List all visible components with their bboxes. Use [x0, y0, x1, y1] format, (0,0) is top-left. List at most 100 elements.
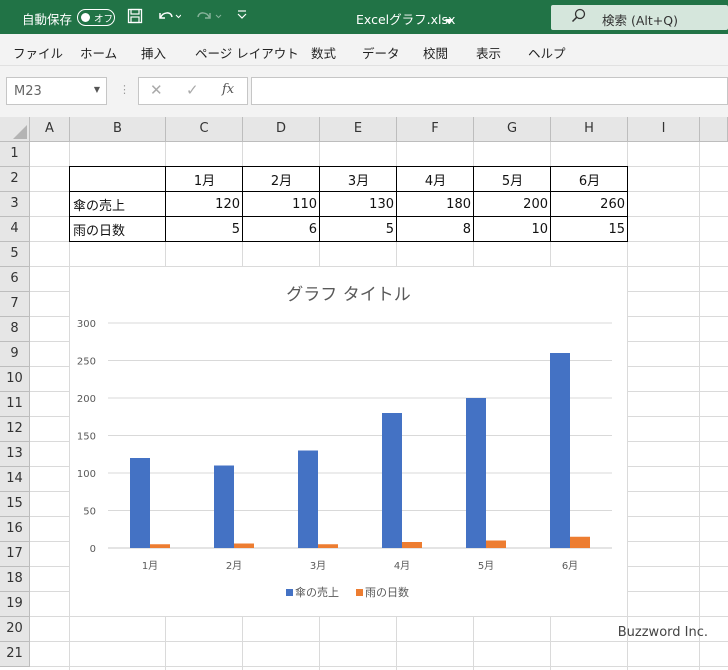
formula-bar: M23 ▼ ⋮ ✕ ✓ fx — [0, 66, 728, 117]
cancel-icon[interactable]: ✕ — [150, 81, 163, 99]
name-box[interactable]: M23 ▼ — [6, 77, 107, 105]
undo-icon[interactable] — [157, 8, 182, 27]
bar-umbrella-sales[interactable] — [130, 458, 150, 548]
table-cell[interactable]: 6 — [242, 216, 320, 242]
row-header[interactable]: 2 — [0, 167, 30, 192]
table-cell[interactable] — [69, 166, 166, 192]
gridline — [30, 666, 728, 667]
row-header[interactable]: 19 — [0, 592, 30, 617]
name-box-value: M23 — [14, 84, 42, 99]
row-header[interactable]: 6 — [0, 267, 30, 292]
table-cell[interactable]: 5 — [319, 216, 397, 242]
row-header[interactable]: 15 — [0, 492, 30, 517]
table-header-cell[interactable]: 3月 — [319, 166, 397, 192]
row-header[interactable]: 11 — [0, 392, 30, 417]
row-header[interactable]: 10 — [0, 367, 30, 392]
formula-bar-grip-icon[interactable]: ⋮ — [119, 83, 130, 96]
row-header[interactable]: 16 — [0, 517, 30, 542]
row-header[interactable]: 20 — [0, 617, 30, 642]
row-header[interactable]: 9 — [0, 342, 30, 367]
tab-formulas[interactable]: 数式 — [311, 43, 336, 62]
y-tick-label: 0 — [90, 544, 96, 555]
row-header[interactable]: 4 — [0, 217, 30, 242]
row-header[interactable]: 3 — [0, 192, 30, 217]
legend-label[interactable]: 雨の日数 — [365, 586, 409, 599]
table-cell[interactable]: 8 — [396, 216, 474, 242]
column-header[interactable]: B — [70, 117, 166, 142]
bar-rainy-days[interactable] — [486, 540, 506, 549]
column-header[interactable]: G — [474, 117, 551, 142]
select-all-button[interactable] — [0, 117, 30, 142]
table-cell[interactable]: 5 — [165, 216, 243, 242]
bar-rainy-days[interactable] — [150, 544, 170, 548]
table-cell[interactable]: 200 — [473, 191, 551, 217]
tab-home[interactable]: ホーム — [80, 43, 117, 62]
table-cell[interactable]: 260 — [550, 191, 628, 217]
bar-umbrella-sales[interactable] — [382, 413, 402, 548]
table-cell[interactable]: 10 — [473, 216, 551, 242]
redo-icon[interactable] — [195, 8, 223, 27]
legend-label[interactable]: 傘の売上 — [295, 586, 339, 599]
bar-rainy-days[interactable] — [570, 536, 590, 548]
table-cell[interactable]: 130 — [319, 191, 397, 217]
table-cell[interactable]: 傘の売上 — [69, 191, 166, 217]
row-header[interactable]: 12 — [0, 417, 30, 442]
bar-umbrella-sales[interactable] — [466, 398, 486, 548]
tab-insert[interactable]: 挿入 — [141, 43, 166, 62]
table-header-cell[interactable]: 5月 — [473, 166, 551, 192]
row-header[interactable]: 17 — [0, 542, 30, 567]
name-box-chevron-down-icon[interactable]: ▼ — [94, 85, 100, 94]
row-header[interactable]: 7 — [0, 292, 30, 317]
table-header-cell[interactable]: 1月 — [165, 166, 243, 192]
bar-umbrella-sales[interactable] — [214, 465, 234, 549]
tab-data[interactable]: データ — [362, 43, 400, 62]
y-tick-label: 50 — [83, 507, 96, 518]
filename-chevron-down-icon[interactable] — [445, 12, 453, 28]
row-header[interactable]: 1 — [0, 142, 30, 167]
column-header[interactable]: I — [628, 117, 700, 142]
column-header[interactable] — [700, 117, 728, 142]
row-header[interactable]: 14 — [0, 467, 30, 492]
tab-view[interactable]: 表示 — [476, 43, 501, 62]
tab-page-layout[interactable]: ページ レイアウト — [195, 43, 299, 62]
bar-rainy-days[interactable] — [318, 544, 338, 548]
insert-function-icon[interactable]: fx — [222, 82, 234, 97]
table-cell[interactable]: 110 — [242, 191, 320, 217]
column-header[interactable]: C — [166, 117, 243, 142]
row-header[interactable]: 18 — [0, 567, 30, 592]
column-header[interactable]: H — [551, 117, 628, 142]
bar-umbrella-sales[interactable] — [298, 450, 318, 549]
save-icon[interactable] — [127, 8, 143, 27]
tab-help[interactable]: ヘルプ — [528, 43, 566, 62]
table-cell[interactable]: 120 — [165, 191, 243, 217]
column-header[interactable]: E — [320, 117, 397, 142]
table-cell[interactable]: 180 — [396, 191, 474, 217]
table-cell[interactable]: 15 — [550, 216, 628, 242]
row-header[interactable]: 5 — [0, 242, 30, 267]
formula-input[interactable] — [251, 77, 728, 105]
row-header[interactable]: 8 — [0, 317, 30, 342]
chart-plot[interactable]: 0 50 100 150 200 250 300 1月 2月 3月 4月 5月 6月傘の売上 雨の日数 — [70, 267, 627, 616]
chart-area[interactable]: グラフ タイトル 0 50 100 150 200 250 300 1月 2月 3月 4月 5月 6月傘… — [70, 267, 627, 616]
bar-umbrella-sales[interactable] — [550, 353, 570, 548]
autosave-toggle[interactable]: オフ — [77, 9, 115, 26]
bar-rainy-days[interactable] — [234, 543, 254, 549]
column-header[interactable]: D — [243, 117, 320, 142]
toggle-knob — [81, 13, 90, 22]
table-header-cell[interactable]: 4月 — [396, 166, 474, 192]
column-header[interactable]: A — [30, 117, 70, 142]
tab-review[interactable]: 校閲 — [423, 43, 448, 62]
column-header[interactable]: F — [397, 117, 474, 142]
enter-icon[interactable]: ✓ — [186, 81, 199, 99]
file-name[interactable]: Excelグラフ.xlsx — [356, 9, 455, 28]
tab-file[interactable]: ファイル — [13, 43, 63, 62]
bar-rainy-days[interactable] — [402, 542, 422, 548]
y-tick-label: 250 — [77, 357, 96, 368]
search-box[interactable]: 検索 (Alt+Q) — [551, 5, 728, 30]
table-header-cell[interactable]: 6月 — [550, 166, 628, 192]
row-header[interactable]: 21 — [0, 642, 30, 667]
customize-quick-access-icon[interactable] — [237, 8, 247, 24]
table-cell[interactable]: 雨の日数 — [69, 216, 166, 242]
row-header[interactable]: 13 — [0, 442, 30, 467]
table-header-cell[interactable]: 2月 — [242, 166, 320, 192]
